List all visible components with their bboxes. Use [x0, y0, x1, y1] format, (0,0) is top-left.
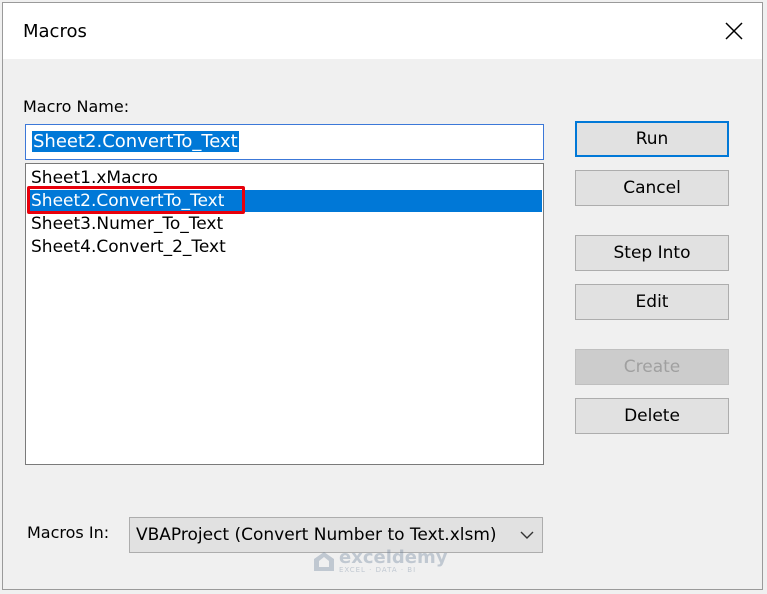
macro-list-item-label: Sheet3.Numer_To_Text [31, 214, 224, 234]
edit-button[interactable]: Edit [575, 284, 729, 320]
macros-in-select[interactable]: VBAProject (Convert Number to Text.xlsm) [129, 517, 543, 553]
macro-list-item-label: Sheet1.xMacro [31, 168, 158, 188]
watermark-brand: exceldemy [339, 547, 448, 568]
macro-list-item[interactable]: Sheet4.Convert_2_Text [27, 236, 542, 258]
macro-list-item-label: Sheet4.Convert_2_Text [31, 237, 226, 257]
cancel-button[interactable]: Cancel [575, 170, 729, 206]
highlight-annotation-box [27, 186, 245, 214]
macro-list[interactable]: Sheet1.xMacro Sheet2.ConvertTo_Text Shee… [25, 163, 544, 465]
close-icon [725, 22, 743, 40]
macros-in-value: VBAProject (Convert Number to Text.xlsm) [136, 525, 497, 545]
watermark: exceldemy EXCEL · DATA · BI [313, 549, 447, 574]
step-into-button[interactable]: Step Into [575, 235, 729, 271]
macros-dialog: Macros Macro Name: Sheet2.ConvertTo_Text… [2, 2, 763, 590]
macro-name-label: Macro Name: [23, 97, 130, 116]
create-button: Create [575, 349, 729, 385]
macros-in-label: Macros In: [27, 523, 110, 542]
watermark-tagline: EXCEL · DATA · BI [339, 566, 417, 574]
macro-list-item[interactable]: Sheet3.Numer_To_Text [27, 213, 542, 235]
delete-button[interactable]: Delete [575, 398, 729, 434]
macro-name-input[interactable]: Sheet2.ConvertTo_Text [25, 124, 544, 160]
dialog-title: Macros [23, 21, 87, 42]
title-bar: Macros [3, 3, 762, 59]
run-button[interactable]: Run [575, 121, 729, 157]
macro-list-item-selected[interactable]: Sheet2.ConvertTo_Text [27, 186, 542, 214]
close-button[interactable] [716, 13, 752, 49]
chevron-down-icon [520, 531, 534, 539]
exceldemy-logo-icon [314, 551, 334, 571]
macro-name-value: Sheet2.ConvertTo_Text [32, 131, 239, 152]
